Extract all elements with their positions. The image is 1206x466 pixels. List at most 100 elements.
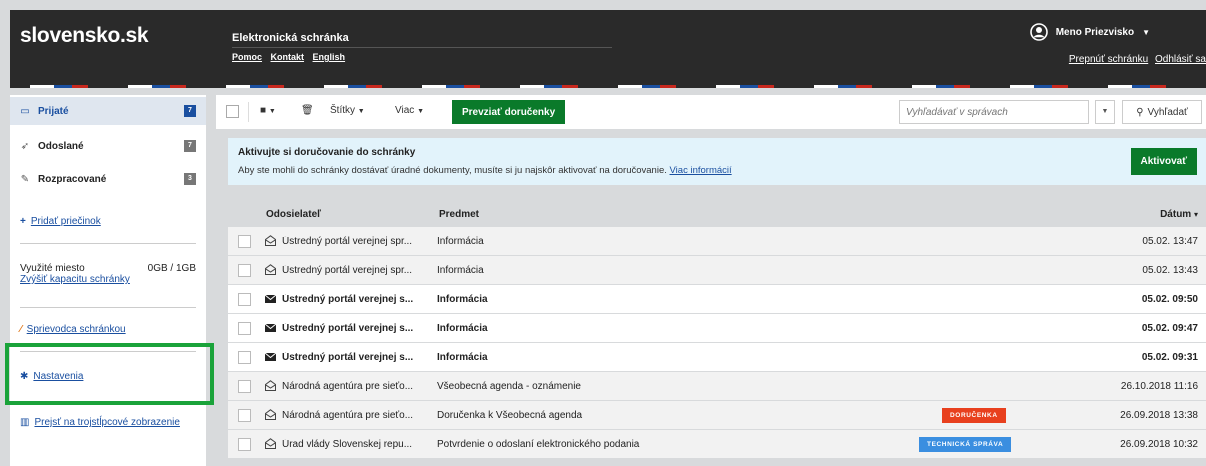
table-row[interactable]: Ústredný portál verejnej spr... Informáci… xyxy=(228,227,1206,255)
notice-text: Aby ste mohli do schránky dostávať úradn… xyxy=(238,165,732,176)
storage-value: 0GB / 1GB xyxy=(147,263,196,274)
flag-stripe xyxy=(10,85,1206,88)
row-checkbox[interactable] xyxy=(238,409,251,422)
table-row[interactable]: Ústredný portál verejnej spr... Informáci… xyxy=(228,256,1206,284)
row-sender: Národná agentúra pre sieťo... xyxy=(282,410,414,421)
row-date: 05.02. 13:47 xyxy=(1142,236,1198,247)
table-header: Odosielateľ Predmet Dátum ▾ xyxy=(228,201,1206,226)
search-button[interactable]: ⚲ Vyhľadať xyxy=(1122,100,1202,124)
title-divider xyxy=(232,47,612,48)
switch-box-link[interactable]: Prepnúť schránku xyxy=(1069,54,1148,65)
divider xyxy=(20,243,196,244)
col-date[interactable]: Dátum ▾ xyxy=(1160,209,1198,220)
folder-icon: ■ xyxy=(260,105,267,116)
chevron-down-icon: ▼ xyxy=(357,108,365,115)
search-options-dropdown[interactable]: ▼ xyxy=(1095,100,1115,124)
row-sender: Ústredný portál verejnej s... xyxy=(282,352,414,363)
row-checkbox[interactable] xyxy=(238,235,251,248)
table-row[interactable]: Ústredný portál verejnej s... Informácia 0… xyxy=(228,343,1206,371)
top-header: slovensko.sk Elektronická schránka Pomoc… xyxy=(10,10,1206,88)
message-list: Ústredný portál verejnej spr... Informáci… xyxy=(228,227,1206,458)
envelope-open-icon xyxy=(265,409,276,420)
row-subject: Všeobecná agenda - oznámenie xyxy=(437,381,581,392)
count-badge: 7 xyxy=(184,140,196,152)
sidebar-item-drafts[interactable]: ✎ Rozpracované 3 xyxy=(10,165,206,193)
guide-link[interactable]: ⁄ Sprievodca schránkou xyxy=(20,324,126,335)
site-logo[interactable]: slovensko.sk xyxy=(20,24,149,48)
add-folder-link[interactable]: + Pridať priečinok xyxy=(20,216,101,227)
user-menu[interactable]: Meno Priezvisko ▼ xyxy=(1029,23,1150,41)
row-tag-badge: DORUČENKA xyxy=(942,408,1006,423)
table-row[interactable]: Národná agentúra pre sieťo... Doručenka k… xyxy=(228,401,1206,429)
row-checkbox[interactable] xyxy=(238,293,251,306)
sidebar-item-inbox[interactable]: ▭ Prijaté 7 xyxy=(10,97,206,125)
table-row[interactable]: Národná agentúra pre sieťo... Všeobecná a… xyxy=(228,372,1206,400)
move-folder-button[interactable]: ■ ▼ xyxy=(260,105,276,116)
trash-icon: 🗑 xyxy=(301,105,314,116)
row-checkbox[interactable] xyxy=(238,351,251,364)
envelope-closed-icon xyxy=(264,294,277,303)
help-link[interactable]: Pomoc xyxy=(232,52,262,62)
delete-button[interactable]: 🗑 xyxy=(301,105,314,116)
labels-dropdown[interactable]: Štítky ▼ xyxy=(330,105,365,116)
sidebar: ▭ Prijaté 7 ➶ Odoslané 7 ✎ Rozpracované … xyxy=(10,95,206,466)
search-input[interactable] xyxy=(899,100,1089,124)
three-column-link[interactable]: ▥ Prejsť na trojstĺpcové zobrazenie xyxy=(20,417,180,428)
col-subject[interactable]: Predmet xyxy=(439,209,479,220)
select-all-checkbox[interactable] xyxy=(226,105,239,118)
row-checkbox[interactable] xyxy=(238,380,251,393)
row-date: 26.09.2018 13:38 xyxy=(1120,410,1198,421)
send-icon: ➶ xyxy=(20,140,30,152)
add-folder-label[interactable]: Pridať priečinok xyxy=(31,216,101,227)
row-date: 05.02. 09:31 xyxy=(1141,352,1198,363)
count-badge: 7 xyxy=(184,105,196,117)
user-avatar-icon xyxy=(1029,23,1048,41)
activate-button[interactable]: Aktivovať xyxy=(1130,148,1197,175)
row-checkbox[interactable] xyxy=(238,322,251,335)
row-checkbox[interactable] xyxy=(238,264,251,277)
three-column-label[interactable]: Prejsť na trojstĺpcové zobrazenie xyxy=(34,417,180,428)
more-dropdown[interactable]: Viac ▼ xyxy=(395,105,424,116)
table-row[interactable]: Ústredný portál verejnej s... Informácia 0… xyxy=(228,314,1206,342)
row-checkbox[interactable] xyxy=(238,438,251,451)
labels-label: Štítky xyxy=(330,105,356,116)
logout-link[interactable]: Odhlásiť sa xyxy=(1155,54,1206,65)
header-links: Pomoc Kontakt English xyxy=(232,52,351,62)
sort-desc-icon: ▾ xyxy=(1193,210,1198,219)
sidebar-item-sent[interactable]: ➶ Odoslané 7 xyxy=(10,132,206,160)
sidebar-item-label: Odoslané xyxy=(38,140,84,152)
account-links: Prepnúť schránku Odhlásiť sa xyxy=(1065,54,1206,65)
increase-capacity-link[interactable]: Zvýšiť kapacitu schránky xyxy=(20,274,130,285)
settings-highlight-box xyxy=(5,343,214,405)
notice-title: Aktivujte si doručovanie do schránky xyxy=(238,147,416,158)
plus-icon: + xyxy=(20,216,26,227)
more-info-link[interactable]: Viac informácií xyxy=(670,165,732,176)
storage-info: Využité miesto 0GB / 1GB Zvýšiť kapacitu… xyxy=(20,263,196,285)
sidebar-item-label: Rozpracované xyxy=(38,173,107,185)
envelope-open-icon xyxy=(265,264,276,275)
col-date-label: Dátum xyxy=(1160,209,1192,220)
guide-label[interactable]: Sprievodca schránkou xyxy=(27,324,126,335)
activation-notice: Aktivujte si doručovanie do schránky Aby… xyxy=(228,138,1206,185)
pencil-icon: ✎ xyxy=(20,173,30,185)
chevron-down-icon: ▼ xyxy=(268,108,276,115)
row-date: 05.02. 09:50 xyxy=(1141,294,1198,305)
row-date: 05.02. 09:47 xyxy=(1141,323,1198,334)
row-sender: Úrad vlády Slovenskej repu... xyxy=(282,439,413,450)
row-tag-badge: TECHNICKÁ SPRÁVA xyxy=(919,437,1012,452)
english-link[interactable]: English xyxy=(313,52,346,62)
row-sender: Ústredný portál verejnej spr... xyxy=(282,236,413,247)
contact-link[interactable]: Kontakt xyxy=(271,52,305,62)
envelope-open-icon xyxy=(265,380,276,391)
row-subject: Potvrdenie o odoslaní elektronického pod… xyxy=(437,439,640,450)
collect-receipts-button[interactable]: Prevziať doručenky xyxy=(452,100,566,124)
magic-wand-icon: ⁄ xyxy=(20,324,22,335)
table-row[interactable]: Ústredný portál verejnej s... Informácia 0… xyxy=(228,285,1206,313)
notice-body: Aby ste mohli do schránky dostávať úradn… xyxy=(238,165,667,176)
row-sender: Ústredný portál verejnej spr... xyxy=(282,265,413,276)
row-subject: Informácia xyxy=(437,294,488,305)
col-sender[interactable]: Odosielateľ xyxy=(266,209,321,220)
table-row[interactable]: Úrad vlády Slovenskej repu... Potvrdenie … xyxy=(228,430,1206,458)
columns-icon: ▥ xyxy=(20,417,30,428)
main-content: ■ ▼ 🗑 Štítky ▼ Viac ▼ Prevziať doručenky… xyxy=(216,95,1206,466)
